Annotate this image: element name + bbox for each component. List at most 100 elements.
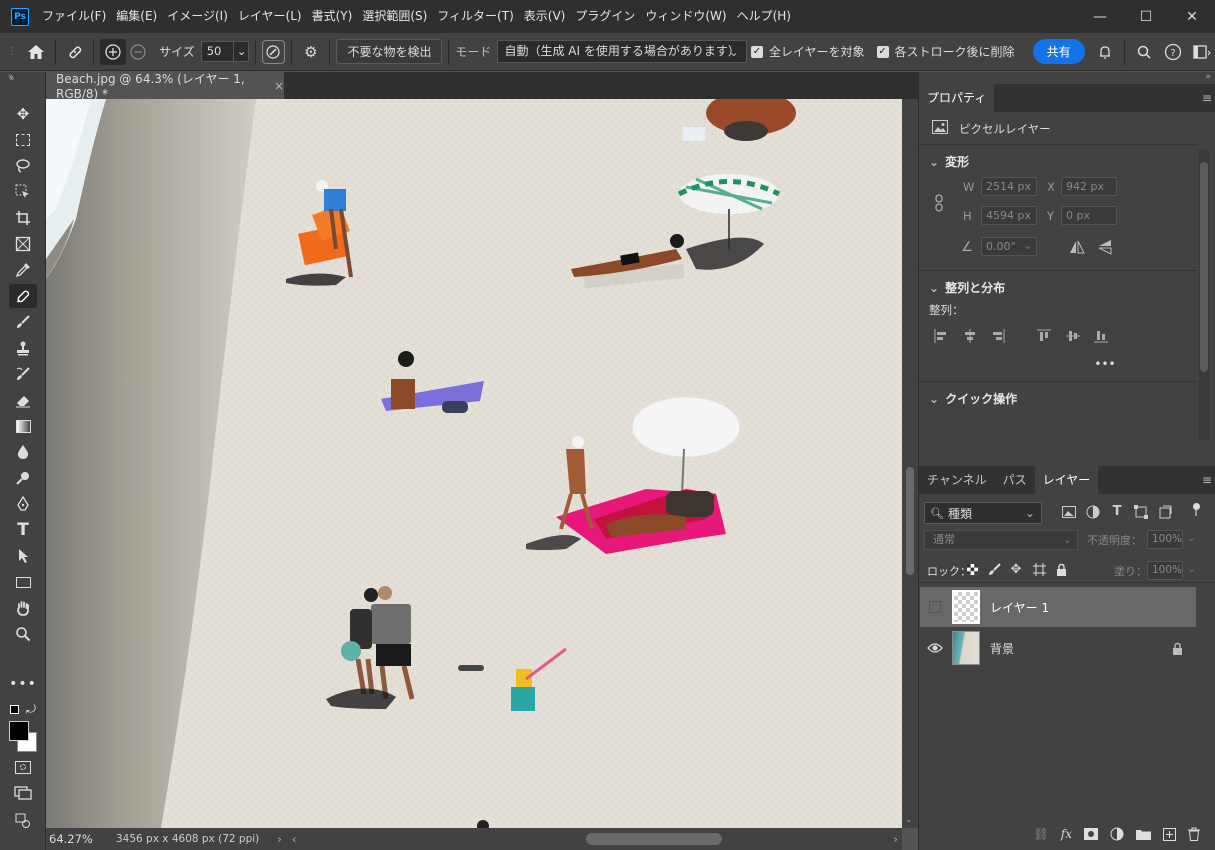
scroll-right-icon[interactable]: › — [893, 832, 898, 846]
pen-tool-icon[interactable] — [9, 492, 37, 516]
transform-section-header[interactable]: ⌄ 変形 — [929, 153, 969, 170]
link-layers-icon[interactable]: ⛓ — [1034, 821, 1049, 847]
tab-paths[interactable]: パス — [995, 466, 1035, 494]
lock-artboard-icon[interactable] — [1032, 562, 1046, 576]
link-icon[interactable] — [933, 194, 945, 212]
menu-filter[interactable]: フィルター(T) — [432, 0, 518, 33]
menu-type[interactable]: 書式(Y) — [307, 0, 358, 33]
add-mask-icon[interactable] — [1084, 821, 1098, 847]
object-select-tool-icon[interactable] — [9, 180, 37, 204]
frame-tool-icon[interactable] — [9, 232, 37, 256]
eraser-tool-icon[interactable] — [9, 388, 37, 412]
path-select-tool-icon[interactable] — [9, 544, 37, 568]
height-field[interactable]: 4594 px — [981, 206, 1037, 225]
layer-name[interactable]: レイヤー 1 — [990, 599, 1049, 616]
align-center-icon[interactable] — [962, 328, 978, 344]
align-middle-icon[interactable] — [1065, 328, 1081, 344]
adjustment-layer-icon[interactable] — [1110, 821, 1124, 847]
menu-window[interactable]: ウィンドウ(W) — [640, 0, 731, 33]
move-tool-icon[interactable]: ✥ — [9, 102, 37, 126]
share-review-icon[interactable] — [9, 809, 37, 833]
x-field[interactable]: 942 px — [1061, 177, 1117, 196]
history-brush-icon[interactable] — [9, 362, 37, 386]
brush-tool-icon[interactable] — [9, 310, 37, 334]
panel-collapse-icon[interactable]: » — [0, 72, 46, 84]
lock-pixels-icon[interactable] — [987, 561, 1001, 577]
search-icon[interactable] — [1131, 39, 1156, 65]
gradient-tool-icon[interactable] — [9, 414, 37, 438]
share-button[interactable]: 共有 — [1032, 39, 1085, 65]
lock-transparent-icon[interactable] — [965, 562, 979, 576]
visibility-toggle-off[interactable] — [929, 601, 941, 613]
vertical-scroll-thumb[interactable] — [906, 467, 914, 575]
fill-field[interactable]: 100% — [1147, 561, 1183, 580]
close-button[interactable]: ✕ — [1169, 0, 1215, 33]
document-canvas[interactable] — [46, 99, 902, 828]
stamp-tool-icon[interactable] — [9, 336, 37, 360]
panel-menu-icon[interactable]: ≡ — [1202, 466, 1212, 494]
help-icon[interactable]: ? — [1160, 39, 1185, 65]
align-bottom-icon[interactable] — [1093, 328, 1109, 344]
more-options-icon[interactable]: ••• — [1094, 357, 1115, 371]
new-layer-icon[interactable] — [1163, 821, 1176, 847]
flip-vertical-icon[interactable] — [1095, 238, 1115, 256]
filter-toggle[interactable] — [1192, 503, 1200, 517]
blend-mode-select[interactable]: 通常 ⌄ — [924, 530, 1078, 550]
marquee-tool-icon[interactable] — [9, 128, 37, 152]
menu-help[interactable]: ヘルプ(H) — [732, 0, 796, 33]
menu-file[interactable]: ファイル(F) — [37, 0, 111, 33]
detect-distractions-button[interactable]: 不要な物を検出 — [336, 39, 443, 64]
dodge-tool-icon[interactable] — [9, 466, 37, 490]
y-field[interactable]: 0 px — [1061, 206, 1117, 225]
align-right-icon[interactable] — [990, 328, 1006, 344]
size-value[interactable]: 50 — [200, 41, 233, 62]
more-tools-icon[interactable]: ••• — [9, 672, 37, 696]
filter-adjustment-icon[interactable] — [1085, 504, 1101, 520]
document-tab[interactable]: Beach.jpg @ 64.3% (レイヤー 1, RGB/8) * × — [46, 72, 284, 101]
foreground-color-swatch[interactable] — [9, 721, 29, 741]
default-colors-icon[interactable]: ⤾ — [9, 702, 37, 716]
quick-actions-section-header[interactable]: ⌄ クイック操作 — [929, 390, 1017, 407]
menu-image[interactable]: イメージ(I) — [162, 0, 233, 33]
minimize-button[interactable]: — — [1077, 0, 1123, 33]
fx-icon[interactable]: fx — [1061, 821, 1072, 847]
subtract-brush-icon[interactable] — [126, 39, 151, 65]
quick-mask-icon[interactable] — [9, 755, 37, 779]
chevron-down-icon[interactable]: ⌄ — [232, 41, 249, 62]
filter-smart-object-icon[interactable] — [1157, 504, 1173, 520]
tab-channels[interactable]: チャンネル — [919, 466, 995, 494]
zoom-tool-icon[interactable] — [9, 622, 37, 646]
type-tool-icon[interactable]: T — [9, 518, 37, 542]
horizontal-scroll-thumb[interactable] — [586, 833, 722, 845]
align-top-icon[interactable] — [1036, 328, 1052, 344]
menu-edit[interactable]: 編集(E) — [111, 0, 162, 33]
filter-shape-icon[interactable] — [1133, 504, 1149, 520]
menu-select[interactable]: 選択範囲(S) — [357, 0, 432, 33]
add-brush-icon[interactable] — [100, 38, 126, 65]
tab-layers[interactable]: レイヤー — [1034, 466, 1099, 494]
scroll-left-icon[interactable]: ‹ — [292, 832, 297, 846]
lock-all-icon[interactable] — [1054, 561, 1068, 577]
rectangle-tool-icon[interactable] — [9, 570, 37, 594]
crop-tool-icon[interactable] — [9, 206, 37, 230]
remove-tool-icon[interactable] — [9, 284, 37, 308]
bell-icon[interactable] — [1093, 39, 1118, 65]
dock-collapse-icon[interactable]: » — [1205, 72, 1211, 82]
lock-position-icon[interactable]: ✥ — [1009, 561, 1023, 577]
swap-colors-icon[interactable]: ⤾ — [26, 702, 36, 717]
opacity-field[interactable]: 100% — [1147, 530, 1183, 549]
properties-scrollbar[interactable] — [1199, 150, 1209, 440]
home-icon[interactable] — [24, 39, 49, 65]
document-info[interactable]: 3456 px x 4608 px (72 ppi) — [116, 833, 259, 845]
hand-tool-icon[interactable] — [9, 596, 37, 620]
align-left-icon[interactable] — [933, 328, 949, 344]
workspace-icon[interactable] — [1190, 39, 1215, 65]
size-field[interactable]: 50 ⌄ — [200, 39, 249, 65]
status-expand-icon[interactable]: › — [277, 832, 282, 846]
filter-pixel-icon[interactable] — [1061, 504, 1077, 520]
properties-scroll-thumb[interactable] — [1200, 162, 1208, 372]
menu-view[interactable]: 表示(V) — [519, 0, 571, 33]
panel-menu-icon[interactable]: ≡ — [1202, 84, 1212, 112]
width-field[interactable]: 2514 px — [981, 177, 1037, 196]
mode-value[interactable]: 自動（生成 AI を使用する場合があります） — [497, 40, 747, 63]
